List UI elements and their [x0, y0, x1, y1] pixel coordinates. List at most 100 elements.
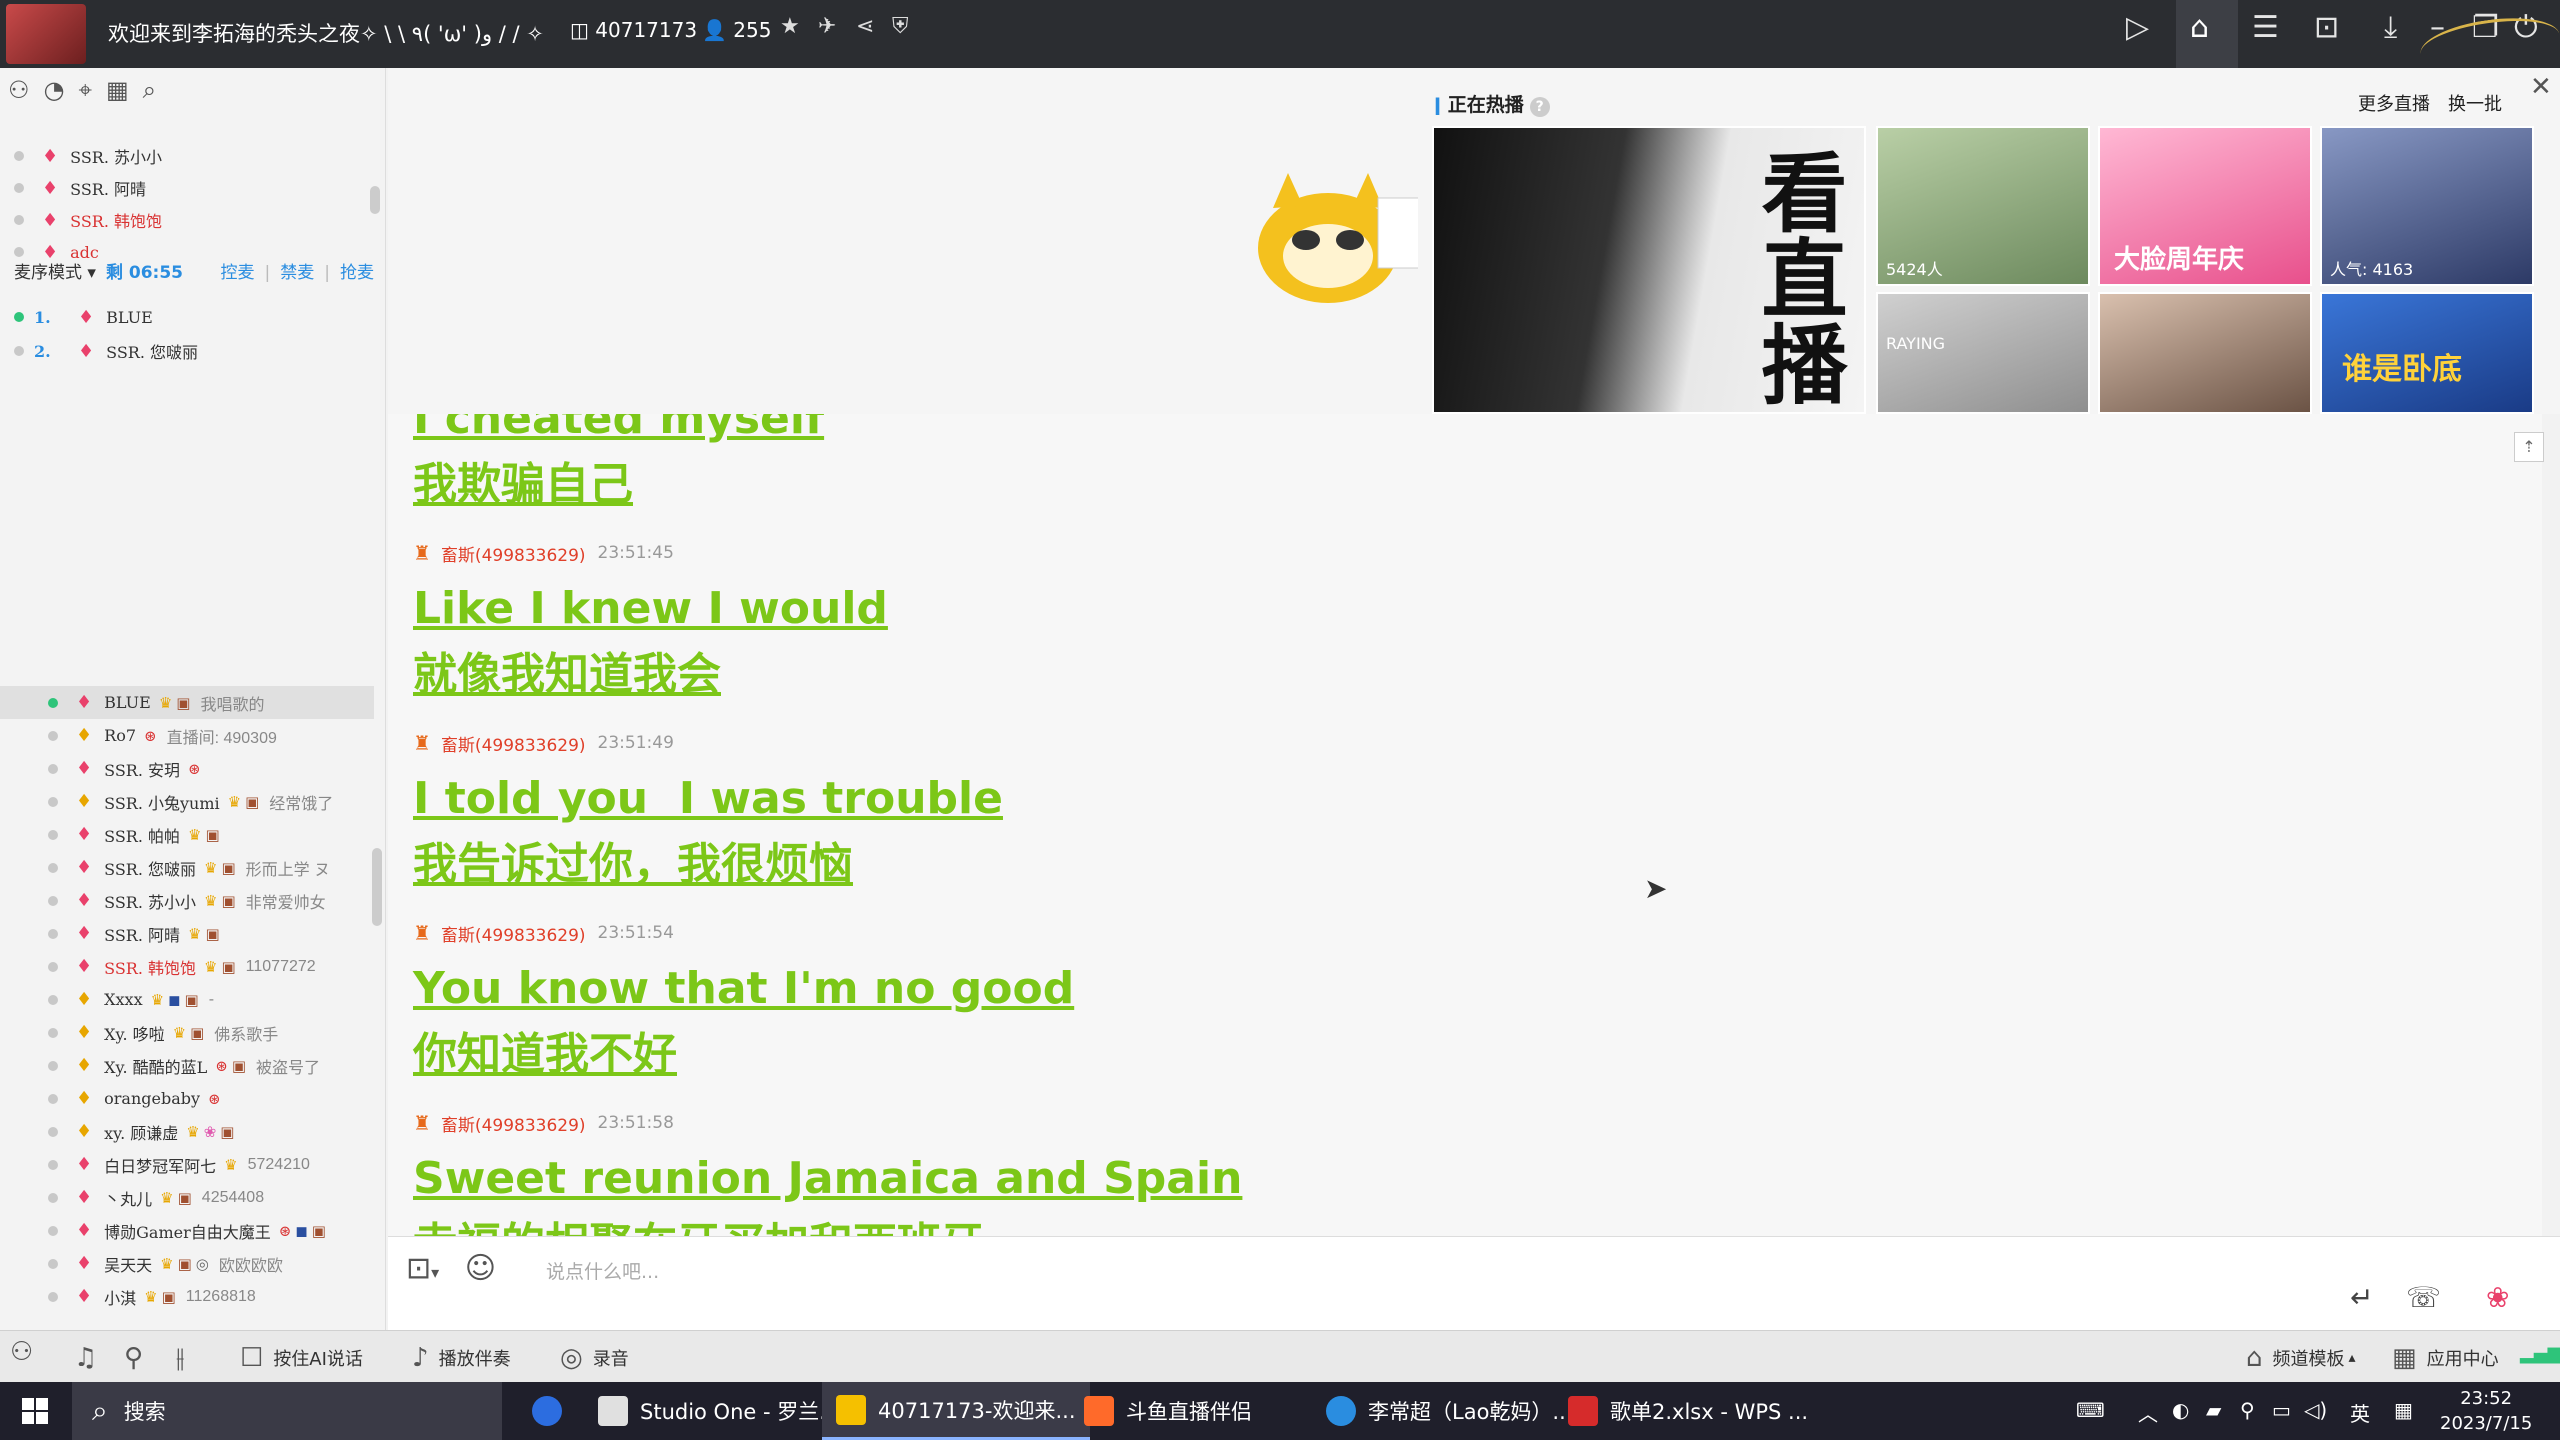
- ai-talk-button[interactable]: ☐ 按住AI说话: [240, 1343, 363, 1373]
- control-mic-button[interactable]: 控麦: [221, 263, 255, 283]
- table-row[interactable]: ♦ 博勋Gamer自由大魔王 ⊛ ◼ ▣: [0, 1214, 374, 1247]
- gamepad-icon[interactable]: ⊡: [406, 1251, 431, 1286]
- chat-username[interactable]: 畜斯(499833629): [441, 1111, 586, 1136]
- scroll-top-button[interactable]: ⇡: [2514, 432, 2544, 462]
- taskbar-pinned-app[interactable]: [518, 1382, 588, 1440]
- ban-mic-button[interactable]: 禁麦: [280, 263, 314, 283]
- live-thumbnail[interactable]: [2098, 292, 2312, 414]
- table-row[interactable]: ♦ Ro7 ⊛ 直播间: 490309: [0, 719, 374, 752]
- list-item[interactable]: ♦ SSR. 苏小小: [14, 140, 162, 172]
- chevron-up-icon[interactable]: ︿: [2138, 1398, 2158, 1427]
- room-avatar[interactable]: [6, 4, 86, 64]
- refresh-batch-link[interactable]: 换一批: [2448, 94, 2502, 115]
- chat-icon[interactable]: ◔: [44, 76, 65, 104]
- taskbar-app-wps[interactable]: 歌单2.xlsx - WPS ...: [1554, 1382, 1822, 1440]
- download-icon[interactable]: ⤓: [2384, 10, 2397, 45]
- list-item[interactable]: 1. ♦ BLUE: [14, 300, 198, 334]
- live-thumbnail-featured[interactable]: 看直播: [1432, 126, 1866, 414]
- flower-icon[interactable]: ❀: [2486, 1281, 2509, 1314]
- ime-mode-icon[interactable]: ▦: [2394, 1398, 2413, 1422]
- taskbar-app-studio-one[interactable]: Studio One - 罗兰...: [584, 1382, 853, 1440]
- live-thumbnail[interactable]: 谁是卧底: [2320, 292, 2534, 414]
- live-thumbnail[interactable]: 大脸周年庆: [2098, 126, 2312, 286]
- table-row[interactable]: ♦ BLUE ♛ ▣ 我唱歌的: [0, 686, 374, 719]
- gift-icon: ♦: [76, 758, 93, 779]
- gamepad-icon[interactable]: ⊡: [2314, 10, 2339, 45]
- ime-indicator[interactable]: 英: [2350, 1398, 2370, 1427]
- mic-mode-dropdown[interactable]: 麦序模式 ▾: [14, 258, 96, 283]
- home-icon[interactable]: ⌂: [2190, 10, 2209, 45]
- keyboard-icon[interactable]: ⌨: [2076, 1398, 2105, 1422]
- table-row[interactable]: ♦ SSR. 韩饱饱 ♛ ▣ 11077272: [0, 950, 374, 983]
- close-icon[interactable]: ✕: [2530, 72, 2552, 102]
- queue-scrollbar[interactable]: [370, 186, 380, 214]
- shield-icon[interactable]: ⛨: [892, 14, 909, 39]
- list-icon[interactable]: ☰: [2252, 10, 2279, 45]
- person-icon[interactable]: ⚇: [8, 76, 30, 104]
- enter-icon[interactable]: ↵: [2350, 1281, 2373, 1314]
- grid-icon[interactable]: ▦: [106, 76, 129, 104]
- search-icon[interactable]: ⌕: [143, 76, 156, 104]
- taskbar-app-douyu-companion[interactable]: 斗鱼直播伴侣: [1070, 1382, 1266, 1440]
- caret-down-icon[interactable]: ▾: [431, 1263, 439, 1282]
- table-row[interactable]: ♦ 吴天天 ♛ ▣ ◎ 欧欧欧欧: [0, 1247, 374, 1280]
- list-item[interactable]: ♦ SSR. 阿晴: [14, 172, 162, 204]
- help-icon[interactable]: ?: [1529, 97, 1550, 117]
- taskbar-app-live-room[interactable]: 40717173-欢迎来...: [822, 1382, 1090, 1440]
- table-row[interactable]: ♦ SSR. 安玥 ⊛: [0, 752, 374, 785]
- play-music-button[interactable]: ♪ 播放伴奏: [412, 1343, 511, 1373]
- table-row[interactable]: ♦ xy. 顾谦虚 ♛ ❀ ▣: [0, 1115, 374, 1148]
- user-list-scrollbar[interactable]: [372, 848, 382, 926]
- live-thumbnail[interactable]: 5424人: [1876, 126, 2090, 286]
- gift-icon: ♜: [413, 921, 431, 945]
- mixer-button[interactable]: ⫲: [176, 1343, 194, 1374]
- table-row[interactable]: ♦ Xy. 哆啦 ♛ ▣ 佛系歌手: [0, 1016, 374, 1049]
- location-icon[interactable]: ⌖: [78, 76, 92, 104]
- list-item[interactable]: ♦ SSR. 韩饱饱: [14, 204, 162, 236]
- share-icon[interactable]: ⋖: [856, 14, 874, 39]
- table-row[interactable]: ♦ orangebaby ⊛: [0, 1082, 374, 1115]
- table-row[interactable]: ♦ SSR. 苏小小 ♛ ▣ 非常爱帅女: [0, 884, 374, 917]
- speaker-button[interactable]: ♫: [74, 1343, 107, 1373]
- network-icon[interactable]: ▭: [2272, 1398, 2291, 1422]
- table-row[interactable]: ♦ 丶丸儿 ♛ ▣ 4254408: [0, 1181, 374, 1214]
- table-row[interactable]: ♦ SSR. 帕帕 ♛ ▣: [0, 818, 374, 851]
- chat-username[interactable]: 畜斯(499833629): [441, 921, 586, 946]
- bubble-icon[interactable]: ☏: [2406, 1281, 2441, 1314]
- mic-icon[interactable]: ⚲: [2240, 1398, 2255, 1422]
- emoji-icon[interactable]: ☺: [465, 1251, 496, 1286]
- fan-badge-icon: ▣: [231, 1056, 247, 1075]
- channel-template-button[interactable]: ⌂ 频道模板 ▴: [2246, 1343, 2356, 1373]
- volume-icon[interactable]: ◁): [2304, 1398, 2327, 1422]
- chat-input[interactable]: 说点什么吧...: [546, 1257, 659, 1284]
- chat-username[interactable]: 畜斯(499833629): [441, 541, 586, 566]
- airplane-icon[interactable]: ✈: [818, 14, 836, 39]
- table-row[interactable]: ♦ Xy. 酷酷的蓝L ⊛ ▣ 被盗号了: [0, 1049, 374, 1082]
- table-row[interactable]: ♦ 白日梦冠军阿七 ♛ 5724210: [0, 1148, 374, 1181]
- table-row[interactable]: ♦ SSR. 小兔yumi ♛ ▣ 经常饿了: [0, 785, 374, 818]
- grab-mic-button[interactable]: 抢麦: [340, 263, 374, 283]
- chat-timestamp: 23:51:49: [597, 733, 674, 753]
- tray-app-icon[interactable]: ◐: [2172, 1398, 2189, 1422]
- flag-icon[interactable]: ▰: [2206, 1398, 2221, 1422]
- taskbar-search[interactable]: ⌕ 搜索: [72, 1382, 502, 1440]
- app-center-button[interactable]: ▦ 应用中心: [2392, 1343, 2499, 1373]
- chat-username[interactable]: 畜斯(499833629): [441, 731, 586, 756]
- live-thumbnail[interactable]: RAYING: [1876, 292, 2090, 414]
- record-button[interactable]: ◎ 录音: [560, 1343, 629, 1373]
- taskbar-clock[interactable]: 23:52 2023/7/15: [2440, 1386, 2532, 1436]
- video-icon[interactable]: ▷: [2126, 10, 2149, 45]
- more-live-link[interactable]: 更多直播: [2358, 94, 2430, 115]
- anchor-avatar[interactable]: ⚇: [10, 1337, 43, 1367]
- mic-button[interactable]: ⚲: [124, 1343, 153, 1373]
- table-row[interactable]: ♦ SSR. 您啵丽 ♛ ▣ 形而上学 ヌ: [0, 851, 374, 884]
- list-item[interactable]: 2. ♦ SSR. 您啵丽: [14, 334, 198, 368]
- taskbar-app-kugou[interactable]: 李常超（Lao乾妈）...: [1312, 1382, 1586, 1440]
- table-row[interactable]: ♦ 小淇 ♛ ▣ 11268818: [0, 1280, 374, 1313]
- live-thumbnail[interactable]: 人气: 4163: [2320, 126, 2534, 286]
- windows-start-icon[interactable]: [22, 1398, 48, 1424]
- status-dot: [48, 1159, 58, 1170]
- table-row[interactable]: ♦ SSR. 阿晴 ♛ ▣: [0, 917, 374, 950]
- table-row[interactable]: ♦ Xxxx ♛ ◼ ▣ -: [0, 983, 374, 1016]
- star-icon[interactable]: ★: [780, 14, 800, 39]
